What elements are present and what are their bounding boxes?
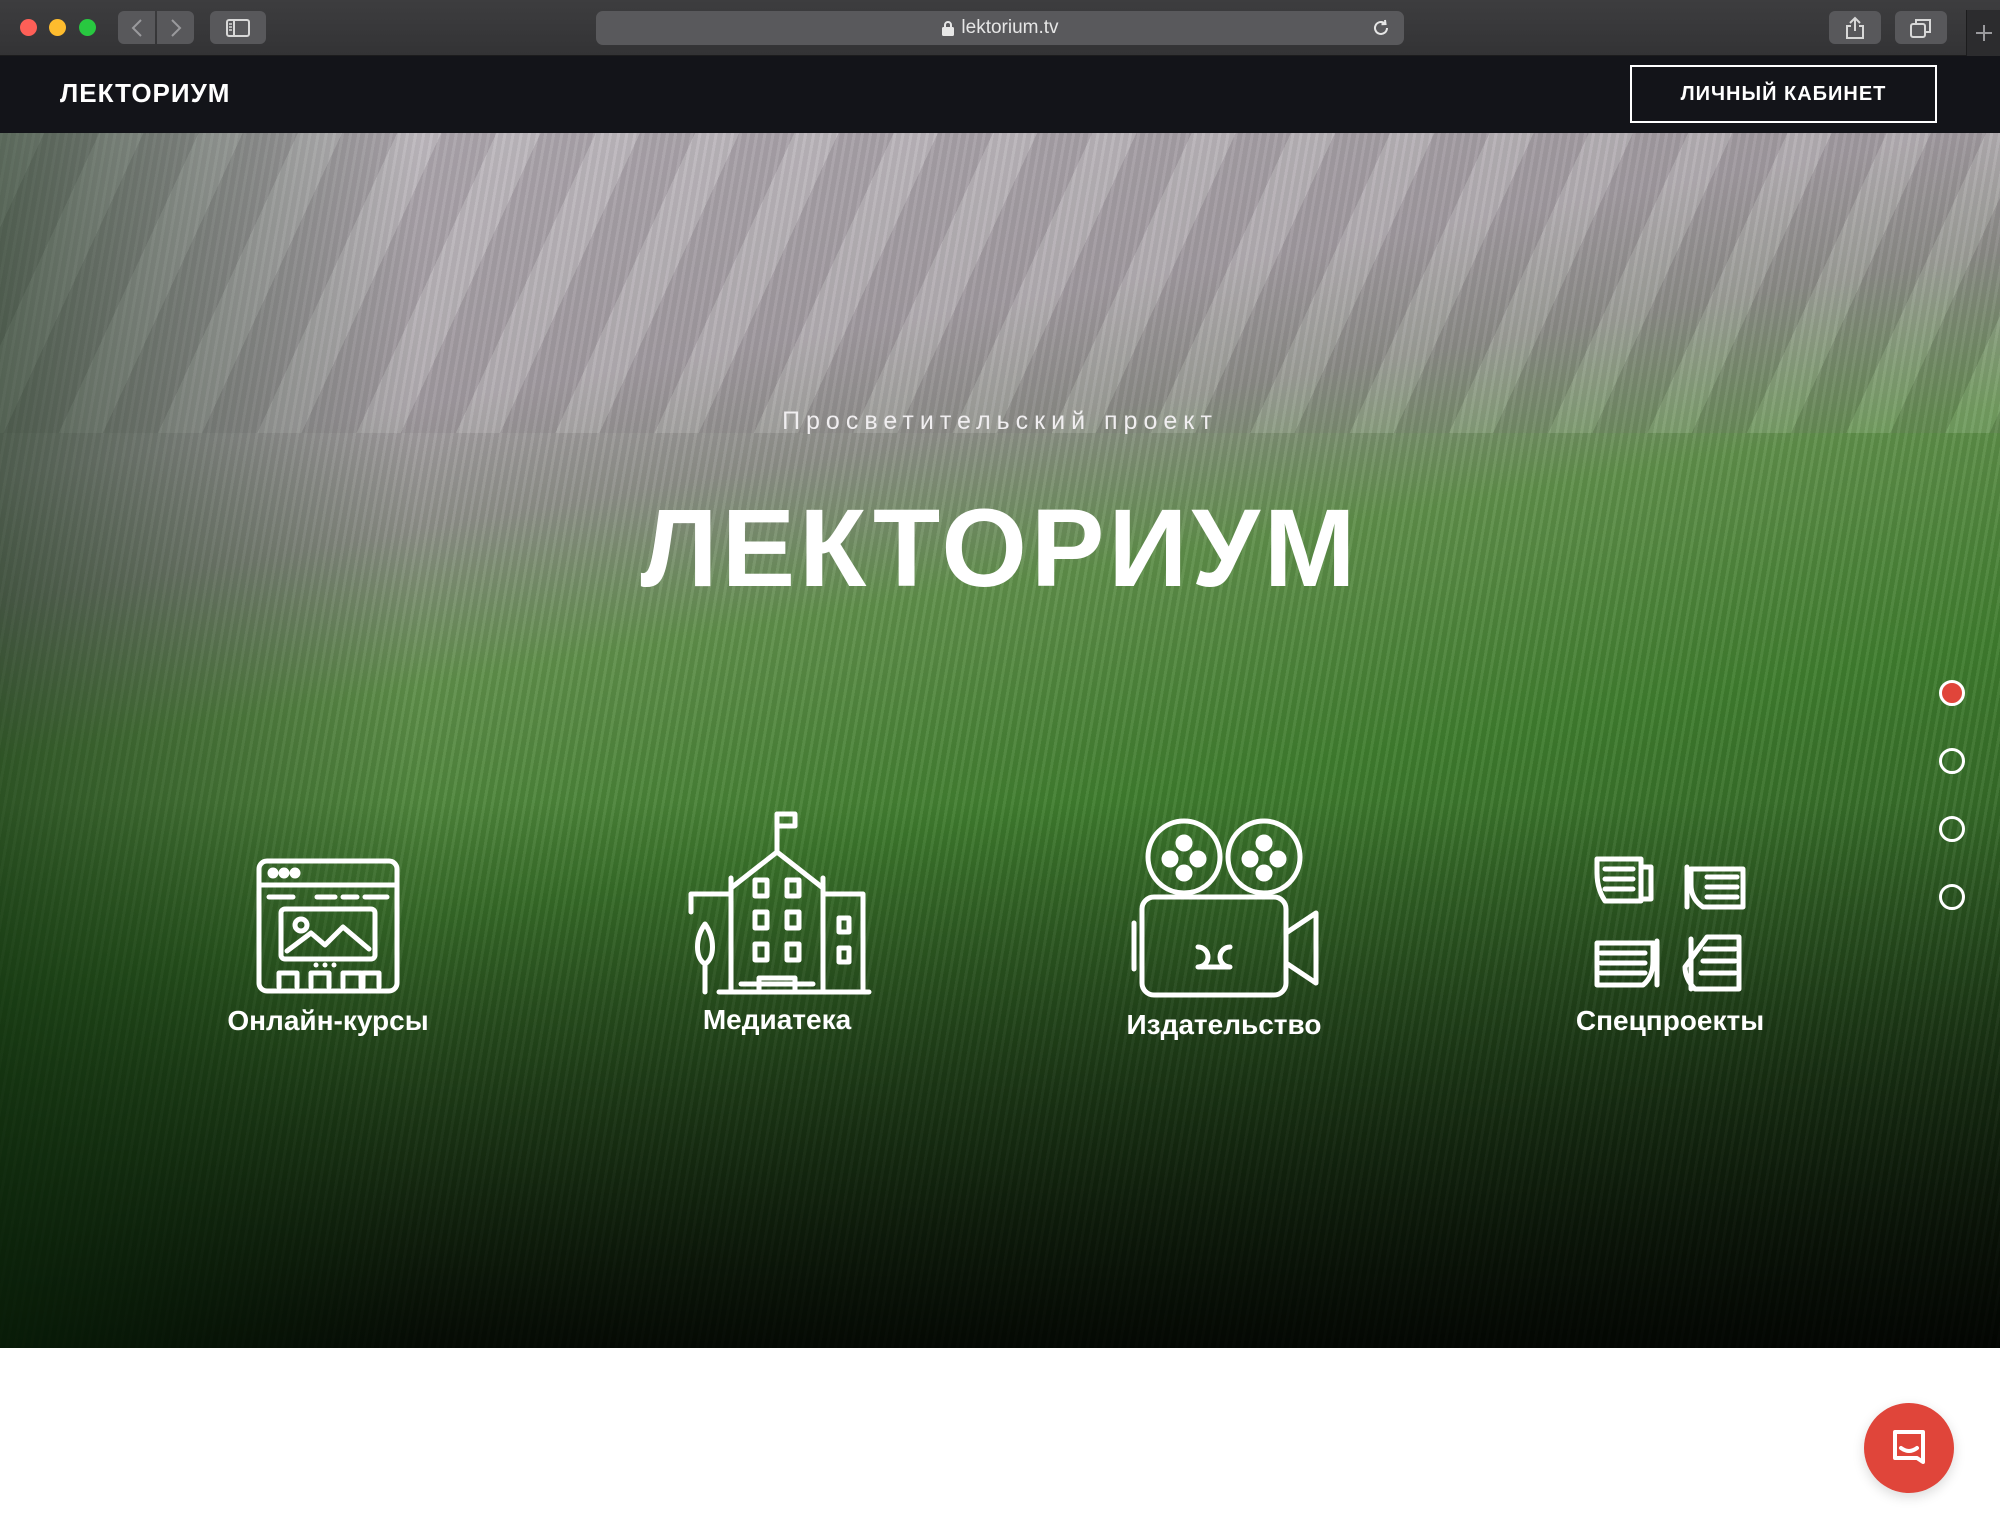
- slide-dot-1[interactable]: [1939, 680, 1965, 706]
- reload-icon[interactable]: [1372, 19, 1390, 37]
- share-icon: [1846, 16, 1864, 39]
- slide-dot-4[interactable]: [1939, 884, 1965, 910]
- browser-window-icon: [256, 858, 400, 994]
- service-publishing[interactable]: Издательство: [1074, 813, 1374, 1041]
- url-text: lektorium.tv: [961, 17, 1059, 38]
- lock-icon: [942, 20, 955, 36]
- new-tab-button[interactable]: [1966, 10, 2000, 56]
- slide-dot-2[interactable]: [1939, 748, 1965, 774]
- service-special-projects[interactable]: Спецпроекты: [1520, 849, 1820, 1037]
- chevron-left-icon: [131, 18, 142, 37]
- slide-dot-3[interactable]: [1939, 816, 1965, 842]
- hero-subtitle: Просветительский проект: [782, 407, 1218, 435]
- chat-widget-button[interactable]: [1864, 1403, 1954, 1493]
- sidebar-toggle-button[interactable]: [210, 11, 266, 44]
- hero-title: ЛЕКТОРИУМ: [640, 487, 1360, 610]
- service-label: Медиатека: [702, 1004, 852, 1035]
- hero-section: Просветительский проект ЛЕКТОРИУМ Онлайн…: [0, 133, 2000, 1348]
- hero-left-shade: [0, 133, 420, 1348]
- slide-pagination: [1939, 680, 1969, 952]
- plus-icon: [1976, 25, 1992, 41]
- tab-overview-button[interactable]: [1895, 11, 1947, 44]
- share-button[interactable]: [1829, 11, 1881, 44]
- site-header: ЛЕКТОРИУМ ЛИЧНЫЙ КАБИНЕТ: [0, 56, 2000, 133]
- film-camera-icon: [1131, 818, 1319, 998]
- service-label: Издательство: [1126, 1009, 1322, 1040]
- hands-icon: [1594, 856, 1746, 992]
- minimize-window-button[interactable]: [49, 19, 66, 36]
- building-icon: [688, 811, 872, 995]
- site-logo[interactable]: ЛЕКТОРИУМ: [60, 78, 230, 109]
- back-button[interactable]: [118, 11, 155, 44]
- sidebar-icon: [226, 18, 250, 37]
- service-online-courses[interactable]: Онлайн-курсы: [178, 851, 478, 1037]
- close-window-button[interactable]: [20, 19, 37, 36]
- forward-button[interactable]: [157, 11, 194, 44]
- personal-account-button[interactable]: ЛИЧНЫЙ КАБИНЕТ: [1630, 65, 1937, 123]
- chevron-right-icon: [170, 18, 181, 37]
- service-label: Онлайн-курсы: [227, 1005, 429, 1036]
- service-media-library[interactable]: Медиатека: [627, 808, 927, 1036]
- address-bar[interactable]: lektorium.tv: [596, 11, 1404, 45]
- service-label: Спецпроекты: [1575, 1005, 1765, 1036]
- browser-toolbar: lektorium.tv: [0, 0, 2000, 56]
- chat-icon: [1893, 1430, 1925, 1464]
- tabs-icon: [1910, 18, 1931, 38]
- zoom-window-button[interactable]: [79, 19, 96, 36]
